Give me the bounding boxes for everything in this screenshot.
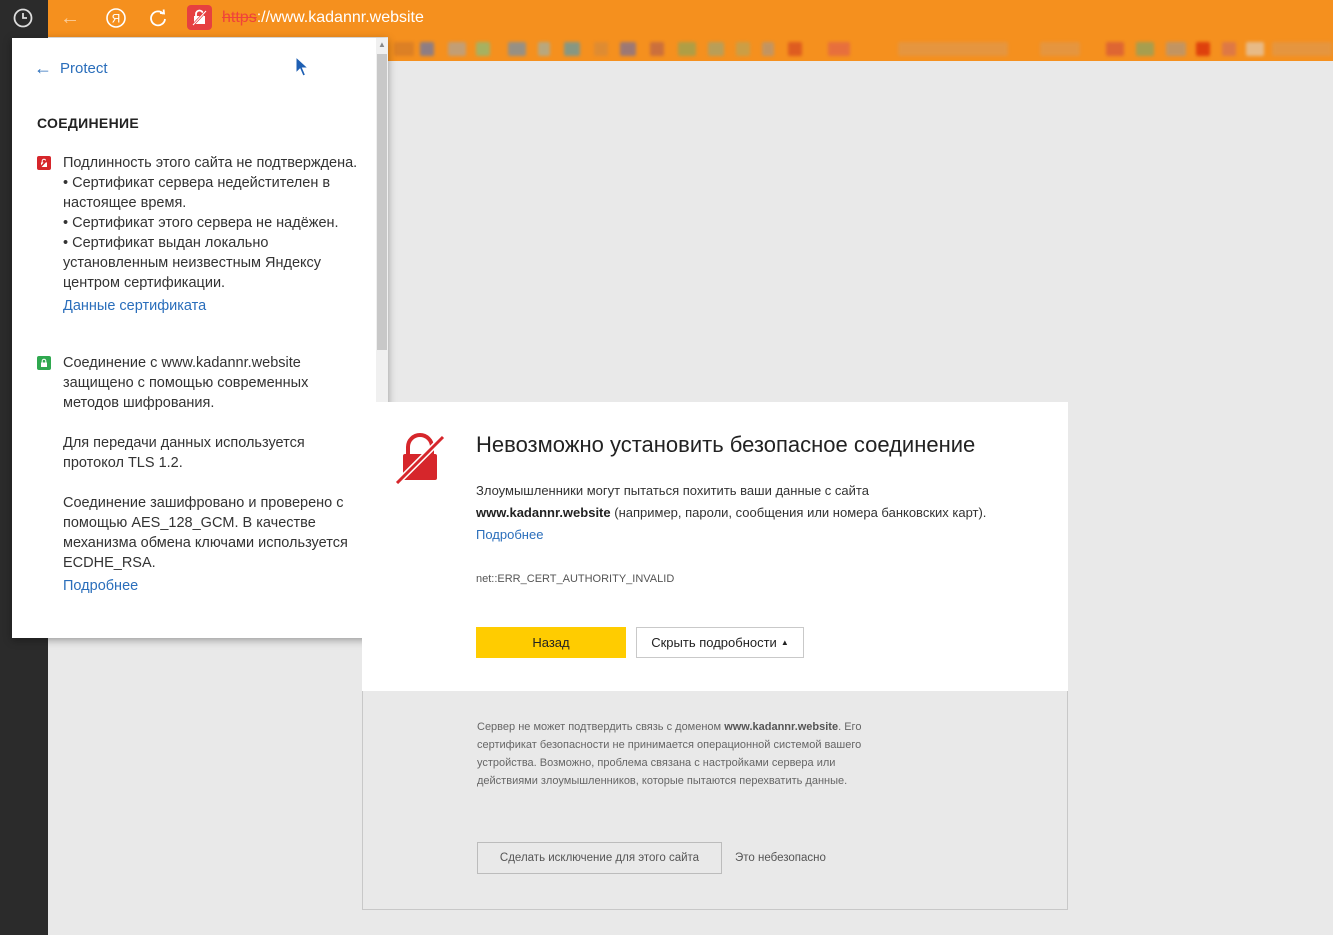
scroll-up-arrow-icon[interactable]: ▲ <box>376 38 388 50</box>
connection-heading: СОЕДИНЕНИЕ <box>37 115 139 131</box>
url-protocol: https <box>222 9 257 26</box>
details-prefix: Сервер не может подтвердить связь с доме… <box>477 721 725 733</box>
warning-bullet: • Сертификат сервера недейстителен в нас… <box>63 175 331 211</box>
error-domain: www.kadannr.website <box>476 505 611 520</box>
site-security-popup: ← Protect СОЕДИНЕНИЕ Подлинность этого с… <box>12 38 388 638</box>
insecure-lock-icon[interactable] <box>187 5 212 30</box>
broken-lock-icon <box>394 433 446 484</box>
hide-details-label: Скрыть подробности <box>651 635 777 650</box>
error-code: net::ERR_CERT_AUTHORITY_INVALID <box>476 573 675 585</box>
protocol-paragraph: Для передачи данных используется протоко… <box>63 435 305 471</box>
error-title: Невозможно установить безопасное соедине… <box>476 432 976 457</box>
protect-label: Protect <box>60 60 108 77</box>
secure-connection-section: Соединение с www.kadannr.website защищен… <box>37 353 367 596</box>
cipher-paragraph: Соединение зашифровано и проверено с пом… <box>63 495 348 571</box>
details-domain: www.kadannr.website <box>724 721 839 733</box>
caret-up-icon: ▲ <box>780 638 789 647</box>
history-clock-icon[interactable] <box>12 7 34 29</box>
protect-back-link[interactable]: ← Protect <box>34 58 108 79</box>
svg-text:Я: Я <box>112 12 121 26</box>
insecure-lock-icon <box>37 156 51 170</box>
secure-lock-icon <box>37 356 51 370</box>
error-desc-suffix: (например, пароли, сообщения или номера … <box>610 505 987 520</box>
warning-bullet: • Сертификат выдан локально установленны… <box>63 235 322 291</box>
error-more-link[interactable]: Подробнее <box>476 527 543 542</box>
error-desc-prefix: Злоумышленники могут пытаться похитить в… <box>476 483 869 498</box>
address-bar[interactable]: https://www.kadannr.website <box>222 9 424 27</box>
certificate-data-link[interactable]: Данные сертификата <box>63 296 367 316</box>
error-details-panel: Сервер не может подтвердить связь с доме… <box>362 691 1068 910</box>
error-card: Невозможно установить безопасное соедине… <box>362 402 1068 691</box>
mouse-cursor-icon <box>295 56 310 77</box>
certificate-warning-section: Подлинность этого сайта не подтверждена.… <box>37 153 367 316</box>
details-text: Сервер не может подтвердить связь с доме… <box>477 718 897 790</box>
error-description: Злоумышленники могут пытаться похитить в… <box>476 480 1046 546</box>
secure-paragraph: Соединение с www.kadannr.website защищен… <box>63 355 309 411</box>
more-details-link[interactable]: Подробнее <box>63 576 367 596</box>
back-arrow-icon[interactable]: ← <box>58 6 82 30</box>
scroll-thumb[interactable] <box>377 54 387 350</box>
reload-icon[interactable] <box>146 6 170 30</box>
unsafe-note: Это небезопасно <box>735 852 826 864</box>
warning-line: Подлинность этого сайта не подтверждена. <box>63 155 358 171</box>
url-host: ://www.kadannr.website <box>256 9 424 26</box>
back-arrow-icon: ← <box>34 58 52 78</box>
warning-bullet: • Сертификат этого сервера не надёжен. <box>63 215 339 231</box>
bookmarks-bar <box>388 37 1333 61</box>
yandex-logo-icon[interactable]: Я <box>104 6 128 30</box>
back-button[interactable]: Назад <box>476 627 626 658</box>
hide-details-button[interactable]: Скрыть подробности ▲ <box>636 627 804 658</box>
add-exception-button[interactable]: Сделать исключение для этого сайта <box>477 842 722 874</box>
browser-toolbar: ← Я https://www.kadannr.website <box>48 0 1333 37</box>
